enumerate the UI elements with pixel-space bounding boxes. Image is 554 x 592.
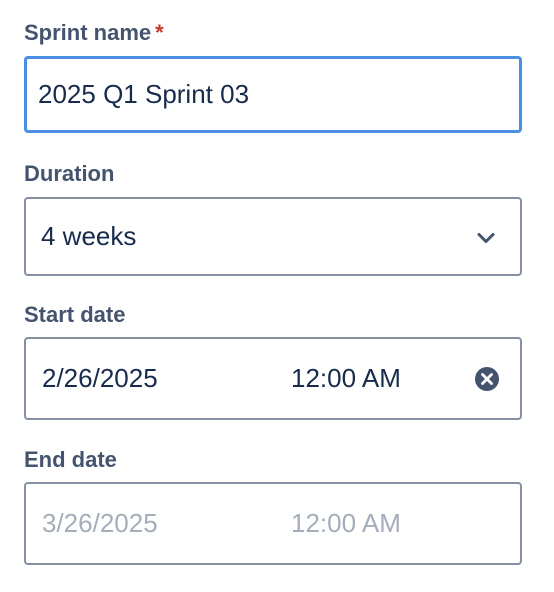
- start-time-input[interactable]: 12:00 AM: [291, 363, 401, 394]
- end-date-value: 3/26/2025: [42, 508, 158, 538]
- duration-field: Duration 4 weeks: [24, 163, 522, 276]
- duration-select[interactable]: 4 weeks: [24, 197, 522, 276]
- clear-icon[interactable]: [474, 366, 500, 392]
- start-date-field: Start date 2/26/2025 12:00 AM: [24, 304, 522, 421]
- start-date-input[interactable]: 2/26/2025: [42, 363, 158, 394]
- sprint-name-value: 2025 Q1 Sprint 03: [38, 79, 250, 109]
- end-date-field: End date 3/26/2025 12:00 AM: [24, 449, 522, 566]
- sprint-name-field: Sprint name * 2025 Q1 Sprint 03: [24, 22, 522, 134]
- sprint-name-label: Sprint name *: [24, 22, 164, 44]
- start-date-label: Start date: [24, 302, 126, 327]
- required-indicator: *: [155, 20, 164, 45]
- duration-label: Duration: [24, 161, 115, 186]
- start-datetime-picker[interactable]: 2/26/2025 12:00 AM: [24, 337, 522, 420]
- duration-selected-value: 4 weeks: [41, 221, 137, 251]
- end-time-value: 12:00 AM: [291, 508, 401, 538]
- sprint-name-input[interactable]: 2025 Q1 Sprint 03: [24, 56, 522, 133]
- end-date-label: End date: [24, 447, 117, 472]
- end-datetime-picker: 3/26/2025 12:00 AM: [24, 482, 522, 565]
- chevron-down-icon: [476, 221, 496, 252]
- sprint-name-label-text: Sprint name: [24, 20, 152, 45]
